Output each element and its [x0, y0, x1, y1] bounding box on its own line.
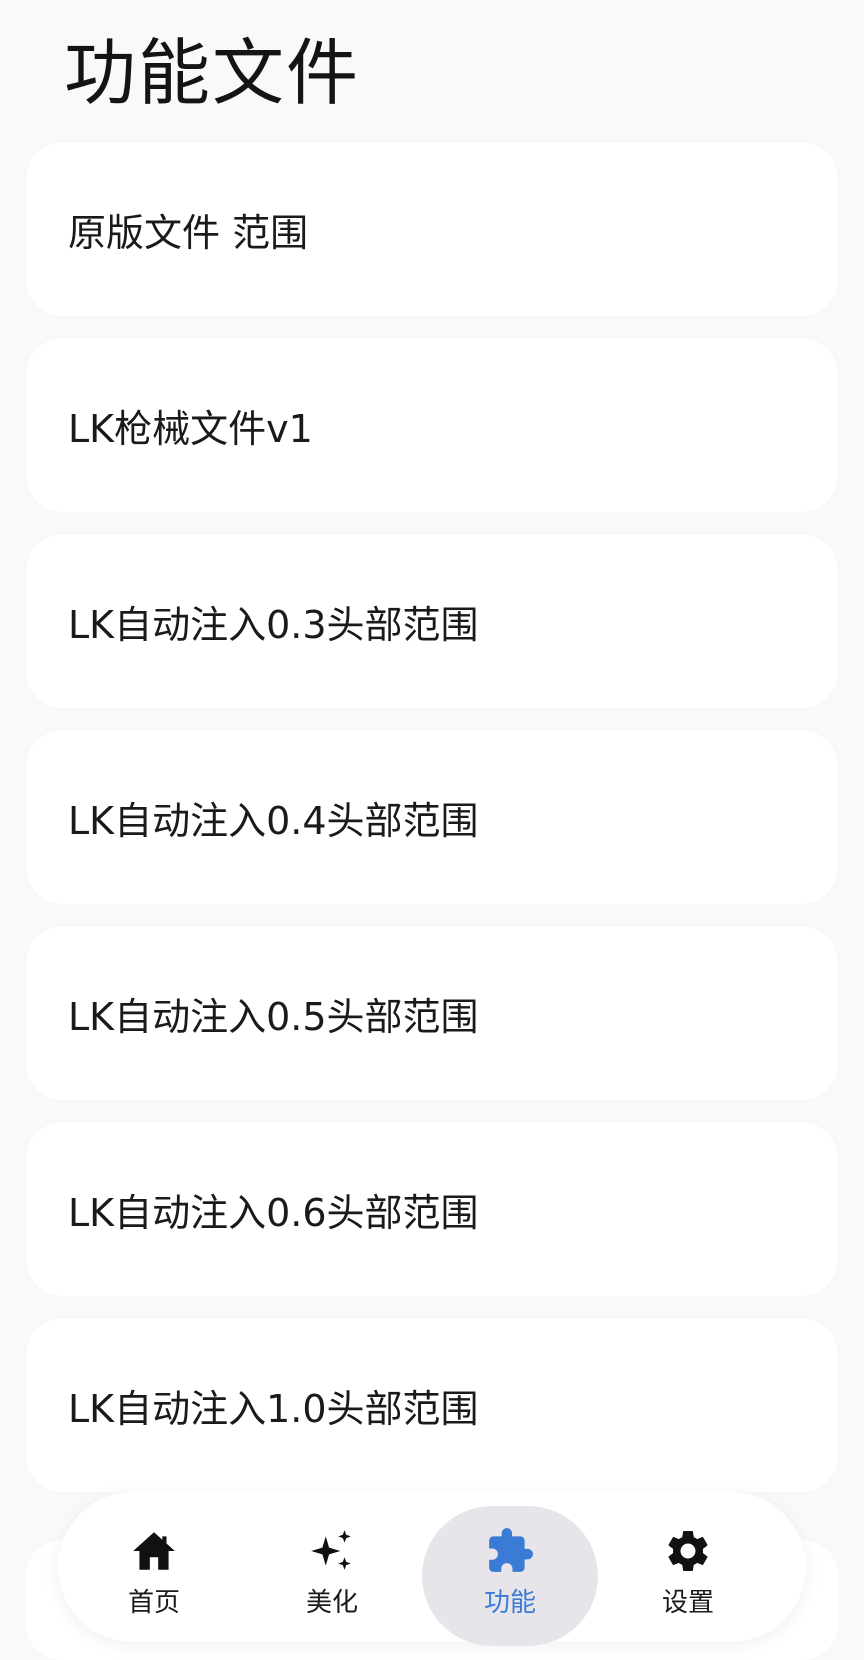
list-item-original-range[interactable]: 原版文件 范围 [26, 142, 838, 316]
nav-item-home[interactable]: 首页 [66, 1492, 242, 1642]
bottom-navigation: 首页 美化 功能 设置 [58, 1492, 806, 1646]
nav-label-features: 功能 [483, 1588, 536, 1618]
list-item-label: LK枪械文件v1 [68, 406, 313, 451]
nav-label-home: 首页 [127, 1588, 180, 1618]
home-icon [129, 1526, 179, 1576]
nav-label-settings: 设置 [661, 1588, 714, 1618]
nav-item-beautify[interactable]: 美化 [244, 1492, 420, 1642]
list-item-auto-inject-0-4[interactable]: LK自动注入0.4头部范围 [26, 730, 838, 904]
sparkles-icon [307, 1526, 357, 1576]
nav-item-features[interactable]: 功能 [422, 1492, 598, 1646]
list-item-auto-inject-1-0[interactable]: LK自动注入1.0头部范围 [26, 1318, 838, 1492]
list-item-auto-inject-0-3[interactable]: LK自动注入0.3头部范围 [26, 534, 838, 708]
list-item-label: 原版文件 范围 [68, 210, 309, 255]
list-item-label: LK自动注入0.5头部范围 [68, 994, 479, 1039]
list-item-label: LK自动注入0.6头部范围 [68, 1190, 479, 1235]
list-item-lk-gun-v1[interactable]: LK枪械文件v1 [26, 338, 838, 512]
list-item-auto-inject-0-6[interactable]: LK自动注入0.6头部范围 [26, 1122, 838, 1296]
list-item-label: LK自动注入0.3头部范围 [68, 602, 479, 647]
page-title: 功能文件 [64, 31, 361, 115]
list-item-label: LK自动注入0.4头部范围 [68, 798, 479, 843]
list-item-auto-inject-0-5[interactable]: LK自动注入0.5头部范围 [26, 926, 838, 1100]
puzzle-icon [485, 1526, 535, 1576]
nav-label-beautify: 美化 [305, 1588, 358, 1618]
nav-item-settings[interactable]: 设置 [600, 1492, 776, 1642]
gear-icon [663, 1526, 713, 1576]
list-item-label: LK自动注入1.0头部范围 [68, 1386, 479, 1431]
